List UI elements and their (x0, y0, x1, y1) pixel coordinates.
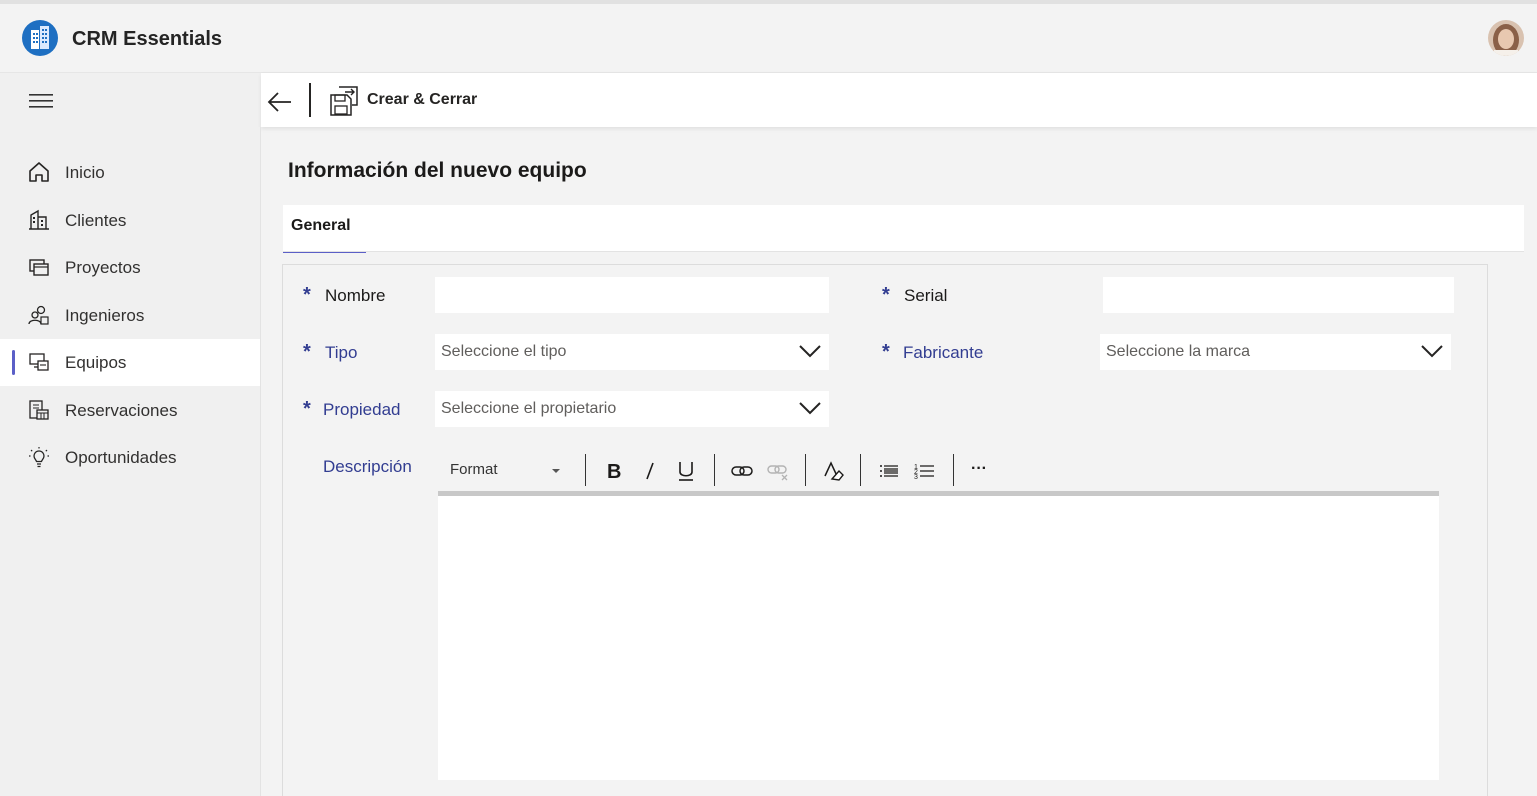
people-icon (28, 304, 50, 326)
propiedad-placeholder: Seleccione el propietario (441, 400, 617, 417)
format-dropdown[interactable]: Format (450, 461, 568, 483)
toolbar-separator (953, 454, 954, 486)
sidebar-item-label: Ingenieros (65, 306, 145, 325)
toolbar-separator (860, 454, 861, 486)
command-bar: Crear & Cerrar (261, 73, 1537, 127)
more-options-icon[interactable]: ··· (971, 460, 993, 482)
required-marker: * (882, 341, 890, 363)
back-arrow-icon[interactable] (265, 88, 293, 116)
serial-label: Serial (904, 286, 948, 305)
sidebar-item-proyectos[interactable]: Proyectos (0, 244, 260, 291)
propiedad-label: Propiedad (323, 400, 401, 419)
building-icon (28, 209, 50, 231)
svg-text:B: B (607, 461, 621, 482)
sidebar-item-label: Reservaciones (65, 401, 178, 420)
chevron-down-icon (799, 345, 821, 358)
unlink-icon (767, 460, 789, 482)
calendar-doc-icon (28, 399, 50, 421)
fabricante-label: Fabricante (903, 343, 984, 362)
sidebar-item-label: Inicio (65, 163, 105, 182)
required-marker: * (303, 341, 311, 363)
caret-down-icon (552, 469, 560, 473)
sidebar-item-reservaciones[interactable]: Reservaciones (0, 387, 260, 434)
sidebar-item-ingenieros[interactable]: Ingenieros (0, 292, 260, 339)
sidebar-item-clientes[interactable]: Clientes (0, 197, 260, 244)
required-marker: * (303, 284, 311, 306)
bold-icon[interactable]: B (604, 460, 624, 483)
fabricante-dropdown[interactable]: Seleccione la marca (1100, 334, 1451, 370)
toolbar-separator (805, 454, 806, 486)
link-icon[interactable] (731, 460, 753, 482)
sidebar-item-equipos[interactable]: Equipos (0, 339, 260, 386)
devices-icon (28, 351, 50, 373)
tab-general[interactable]: General (283, 205, 366, 253)
sidebar: Inicio Clientes Proyectos Ingenieros Equ… (0, 127, 261, 796)
page-title: Información del nuevo equipo (288, 159, 587, 182)
chevron-down-icon (1421, 345, 1443, 358)
format-label: Format (450, 461, 498, 478)
save-close-icon[interactable] (329, 85, 359, 117)
svg-text:3: 3 (914, 474, 918, 481)
numbered-list-icon[interactable]: 123 (914, 460, 936, 482)
sidebar-item-oportunidades[interactable]: Oportunidades (0, 434, 260, 481)
save-close-button[interactable]: Crear & Cerrar (367, 91, 477, 109)
hamburger-area (0, 73, 261, 127)
toolbar-separator (585, 454, 586, 486)
home-icon (28, 161, 50, 183)
nombre-input[interactable] (435, 277, 829, 313)
tab-label: General (291, 217, 351, 234)
command-separator (309, 83, 311, 117)
required-marker: * (882, 284, 890, 306)
sidebar-item-label: Equipos (65, 353, 127, 372)
folders-icon (28, 256, 50, 278)
sidebar-item-inicio[interactable]: Inicio (0, 149, 260, 196)
descripcion-editor[interactable] (438, 496, 1439, 780)
chevron-down-icon (799, 402, 821, 415)
app-header: CRM Essentials (0, 4, 1537, 73)
underline-icon[interactable] (676, 460, 696, 482)
clear-format-icon[interactable] (822, 460, 844, 482)
toolbar-separator (714, 454, 715, 486)
descripcion-label: Descripción (323, 457, 412, 476)
sidebar-item-label: Clientes (65, 211, 127, 230)
tab-bar: General (283, 205, 1524, 253)
app-logo-icon (22, 20, 58, 56)
sidebar-item-label: Proyectos (65, 258, 141, 277)
nombre-label: Nombre (325, 286, 386, 305)
fabricante-placeholder: Seleccione la marca (1106, 343, 1251, 360)
tab-divider (283, 251, 1524, 252)
app-title: CRM Essentials (72, 28, 223, 50)
italic-icon[interactable] (642, 460, 658, 482)
lightbulb-icon (28, 446, 50, 468)
rich-text-toolbar: Format B 123 ··· (438, 450, 1439, 492)
propiedad-dropdown[interactable]: Seleccione el propietario (435, 391, 829, 427)
required-marker: * (303, 398, 311, 420)
bullet-list-icon[interactable] (878, 460, 900, 482)
serial-input[interactable] (1103, 277, 1454, 313)
hamburger-menu-icon[interactable] (29, 93, 53, 109)
user-avatar[interactable] (1488, 20, 1524, 56)
sidebar-item-label: Oportunidades (65, 448, 177, 467)
tipo-dropdown[interactable]: Seleccione el tipo (435, 334, 829, 370)
tipo-placeholder: Seleccione el tipo (441, 343, 567, 360)
tipo-label: Tipo (325, 343, 358, 362)
